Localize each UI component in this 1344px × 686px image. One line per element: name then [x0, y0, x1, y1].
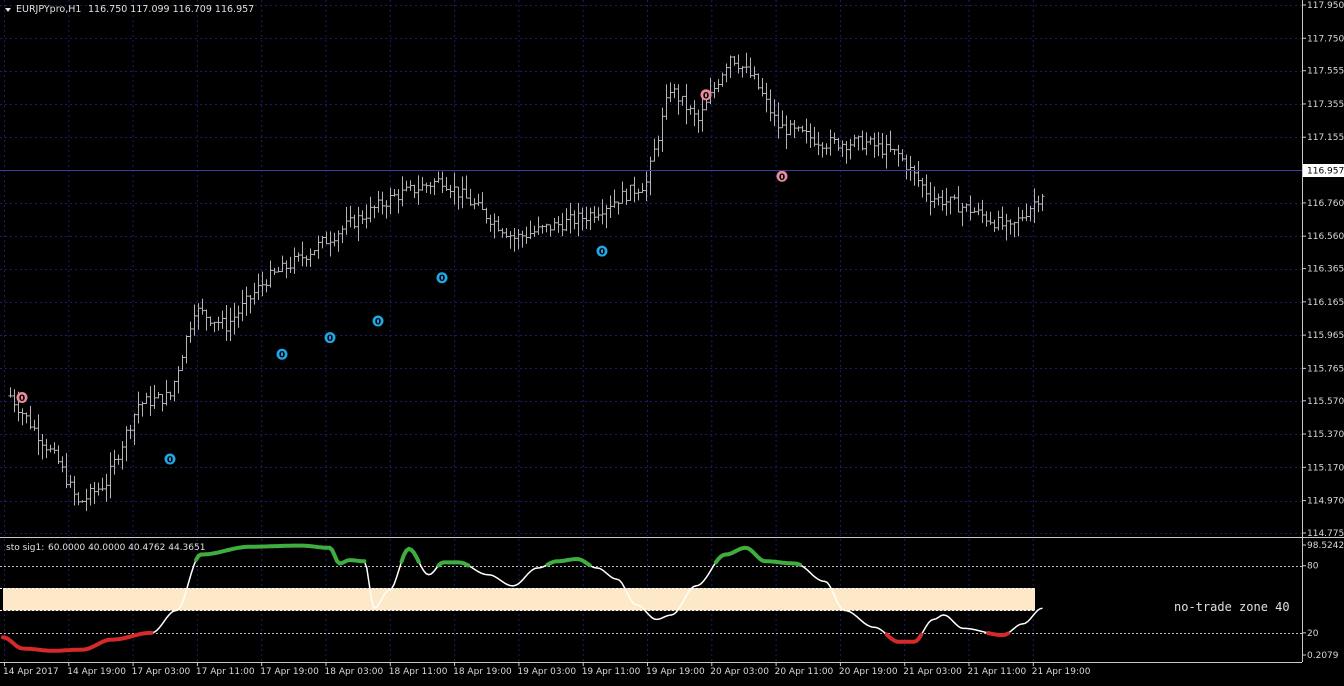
price-and-indicator-chart[interactable]: 0 0 0 0 0 0 0 0 0 EURJPYpro,H1 116.750 117.099 1… — [0, 0, 1344, 682]
sell-signal-marker-label: 0 — [19, 394, 25, 404]
indicator-values: 60.0000 40.0000 40.4762 44.3651 — [48, 543, 205, 553]
current-price-tag: 116.957 — [1303, 164, 1344, 177]
time-axis-label: 19 Apr 11:00 — [582, 667, 641, 677]
indicator-axis-label: 20 — [1307, 629, 1319, 639]
price-axis-label: 117.950 — [1307, 1, 1344, 11]
time-axis-label: 18 Apr 11:00 — [389, 667, 448, 677]
current-price-tag-label: 116.957 — [1307, 167, 1344, 177]
price-axis-label: 116.165 — [1307, 298, 1344, 308]
chart-header[interactable]: EURJPYpro,H1 116.750 117.099 116.709 116… — [5, 4, 254, 15]
price-axis-label: 117.750 — [1307, 34, 1344, 44]
price-axis-label: 115.765 — [1307, 364, 1344, 374]
indicator-axis-label: 98.5242 — [1307, 541, 1344, 551]
stochastic-oversold-segment — [986, 631, 1010, 638]
no-trade-zone-band — [3, 588, 1035, 611]
time-axis-label: 18 Apr 03:00 — [325, 667, 384, 677]
symbol-label: EURJPYpro,H1 — [16, 4, 81, 15]
price-axis-label: 117.355 — [1307, 100, 1344, 110]
no-trade-zone-label: no-trade zone 40 — [1174, 600, 1290, 614]
time-axis-label: 21 Apr 19:00 — [1032, 667, 1091, 677]
time-axis-label: 19 Apr 03:00 — [517, 667, 576, 677]
time-axis-label: 17 Apr 03:00 — [132, 667, 191, 677]
buy-signal-marker-label: 0 — [167, 455, 173, 465]
price-axis-label: 116.560 — [1307, 232, 1344, 242]
time-axis-label: 21 Apr 11:00 — [968, 667, 1027, 677]
price-axis-label: 116.365 — [1307, 265, 1344, 275]
time-axis-label: 20 Apr 19:00 — [839, 667, 898, 677]
time-axis-label: 19 Apr 19:00 — [646, 667, 705, 677]
price-axis-label: 115.370 — [1307, 430, 1344, 440]
buy-signal-marker-label: 0 — [327, 334, 333, 344]
time-axis-label: 17 Apr 11:00 — [196, 667, 255, 677]
sell-signal-marker-label: 0 — [779, 173, 785, 183]
ohlc-readout: 116.750 117.099 116.709 116.957 — [88, 4, 254, 15]
time-axis-label: 21 Apr 03:00 — [903, 667, 962, 677]
time-axis-label: 17 Apr 19:00 — [260, 667, 319, 677]
buy-signal-marker-label: 0 — [439, 274, 445, 284]
sell-signal-marker-label: 0 — [703, 91, 709, 101]
price-axis-label: 117.155 — [1307, 133, 1344, 143]
time-axis-label: 14 Apr 19:00 — [67, 667, 126, 677]
price-axis-label: 116.760 — [1307, 199, 1344, 209]
price-axis-label: 114.970 — [1307, 497, 1344, 507]
indicator-header: sto sig1: 60.0000 40.0000 40.4762 44.365… — [6, 543, 205, 553]
indicator-name: sto sig1: — [6, 543, 44, 553]
indicator-axis-label: 0.2079 — [1307, 651, 1339, 661]
price-axis-label: 115.170 — [1307, 463, 1344, 473]
indicator-axis-label: 80 — [1307, 562, 1319, 572]
chart-background — [0, 0, 1344, 682]
buy-signal-marker-label: 0 — [599, 248, 605, 258]
time-axis-label: 20 Apr 03:00 — [710, 667, 769, 677]
buy-signal-marker-label: 0 — [279, 351, 285, 361]
time-axis-label: 18 Apr 19:00 — [453, 667, 512, 677]
buy-signal-marker-label: 0 — [375, 317, 381, 327]
price-axis-label: 115.965 — [1307, 331, 1344, 341]
price-axis-label: 115.570 — [1307, 397, 1344, 407]
metatrader-chart-window[interactable]: 0 0 0 0 0 0 0 0 0 EURJPYpro,H1 116.750 117.099 1… — [0, 0, 1344, 682]
time-axis-label: 14 Apr 2017 — [3, 667, 59, 677]
time-axis-label: 20 Apr 11:00 — [775, 667, 834, 677]
price-axis-label: 117.555 — [1307, 67, 1344, 77]
